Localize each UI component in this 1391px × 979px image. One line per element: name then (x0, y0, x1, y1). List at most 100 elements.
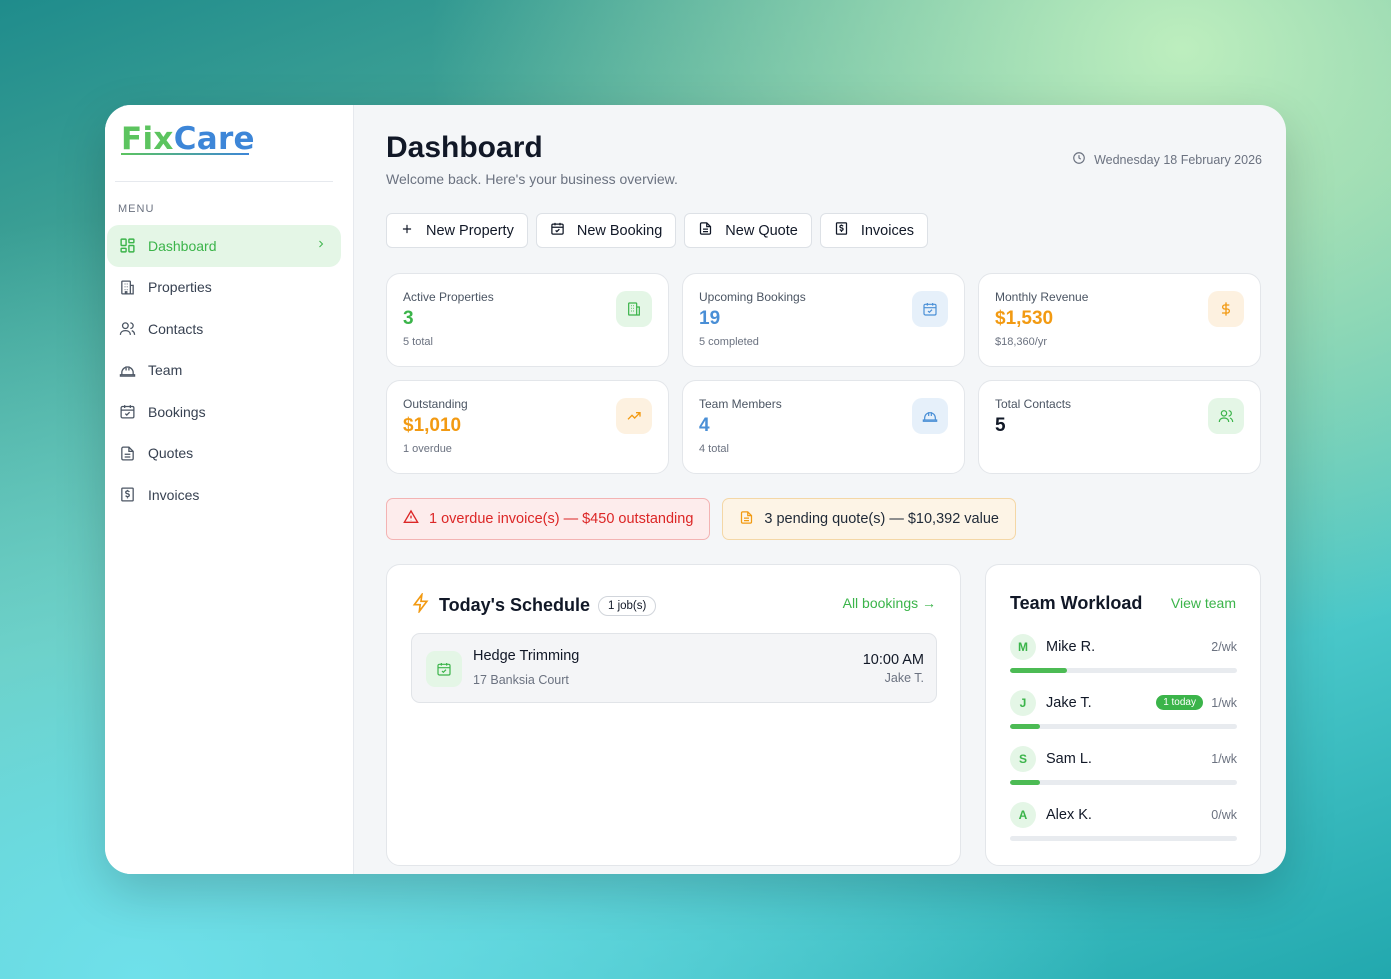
sidebar-item-dashboard[interactable]: Dashboard (107, 225, 341, 267)
member-rate: 1/wk (1211, 696, 1237, 710)
new-quote-button[interactable]: New Quote (684, 213, 812, 248)
todays-schedule-card: Today's Schedule 1 job(s) All bookings →… (386, 564, 961, 866)
hard-hat-icon (912, 398, 948, 434)
pending-alert-text: 3 pending quote(s) — $10,392 value (764, 511, 999, 527)
stat-label: Upcoming Bookings (699, 290, 806, 304)
stat-value: $1,010 (403, 415, 462, 436)
view-team-link[interactable]: View team (1171, 595, 1236, 611)
workload-member-row[interactable]: S Sam L. 1/wk (1010, 746, 1237, 802)
stat-value: $1,530 (995, 308, 1054, 329)
stat-card-active-properties[interactable]: Active Properties 3 5 total (386, 273, 669, 367)
stat-label: Monthly Revenue (995, 290, 1089, 304)
workload-bar-fill (1010, 724, 1040, 729)
chevron-right-icon (315, 237, 327, 253)
stat-sub: $18,360/yr (995, 336, 1047, 348)
date-text: Wednesday 18 February 2026 (1094, 152, 1262, 167)
job-time: 10:00 AM (862, 652, 924, 668)
schedule-title: Today's Schedule (439, 595, 590, 615)
stat-sub: 5 completed (699, 336, 759, 348)
sidebar-item-label: Invoices (148, 486, 200, 503)
lightning-icon (411, 591, 431, 618)
stat-label: Outstanding (403, 397, 468, 411)
avatar: A (1010, 802, 1036, 828)
stat-sub: 5 total (403, 336, 433, 348)
workload-member-row[interactable]: J Jake T. 1 today 1/wk (1010, 690, 1237, 746)
job-count-badge: 1 job(s) (598, 595, 657, 616)
today-badge: 1 today (1156, 695, 1203, 710)
sidebar-item-contacts[interactable]: Contacts (107, 308, 341, 350)
member-name: Sam L. (1046, 751, 1092, 767)
sidebar-item-team[interactable]: Team (107, 350, 341, 392)
avatar: J (1010, 690, 1036, 716)
alert-triangle-icon (403, 509, 419, 529)
stat-card-upcoming-bookings[interactable]: Upcoming Bookings 19 5 completed (682, 273, 965, 367)
sidebar-item-label: Contacts (148, 320, 204, 337)
file-text-icon (119, 445, 136, 462)
stat-card-team-members[interactable]: Team Members 4 4 total (682, 380, 965, 474)
page-subtitle: Welcome back. Here's your business overv… (386, 171, 678, 187)
member-name: Alex K. (1046, 807, 1092, 823)
job-assignee: Jake T. (884, 671, 924, 685)
sidebar-nav: Dashboard Properties Contacts Team Booki… (107, 225, 341, 516)
hard-hat-icon (119, 362, 136, 379)
trending-up-icon (616, 398, 652, 434)
app-window: FixCare MENU Dashboard Properties Contac… (105, 105, 1286, 874)
dollar-icon (1208, 291, 1244, 327)
new-property-button[interactable]: New Property (386, 213, 528, 248)
overdue-invoice-alert[interactable]: 1 overdue invoice(s) — $450 outstanding (386, 498, 711, 540)
logo-fix-text: Fix (121, 121, 174, 157)
all-bookings-link[interactable]: All bookings → (843, 595, 936, 611)
member-rate: 0/wk (1211, 808, 1237, 822)
building-icon (119, 279, 136, 296)
stat-value: 4 (699, 415, 710, 436)
job-address: 17 Banksia Court (473, 673, 569, 687)
sidebar-item-quotes[interactable]: Quotes (107, 433, 341, 475)
stat-label: Team Members (699, 397, 782, 411)
stat-card-total-contacts[interactable]: Total Contacts 5 (978, 380, 1261, 474)
workload-bar-fill (1010, 668, 1067, 673)
page-title: Dashboard (386, 131, 543, 164)
team-workload-card: Team Workload View team M Mike R. 2/wk J… (985, 564, 1261, 866)
workload-member-row[interactable]: A Alex K. 0/wk (1010, 802, 1237, 858)
sidebar-divider (115, 181, 333, 182)
pending-quotes-alert[interactable]: 3 pending quote(s) — $10,392 value (722, 498, 1016, 540)
new-quote-label: New Quote (725, 222, 798, 239)
stat-card-monthly-revenue[interactable]: Monthly Revenue $1,530 $18,360/yr (978, 273, 1261, 367)
workload-title: Team Workload (1010, 593, 1143, 613)
stat-label: Active Properties (403, 290, 494, 304)
sidebar-item-label: Properties (148, 279, 212, 296)
schedule-job-item[interactable]: Hedge Trimming 17 Banksia Court 10:00 AM… (411, 633, 937, 703)
new-booking-label: New Booking (576, 222, 663, 239)
calendar-check-icon (119, 403, 136, 420)
users-icon (1208, 398, 1244, 434)
fixcare-logo[interactable]: FixCare (121, 121, 255, 157)
sidebar-item-invoices[interactable]: Invoices (107, 474, 341, 516)
current-date: Wednesday 18 February 2026 (1072, 151, 1262, 168)
job-name: Hedge Trimming (473, 648, 580, 664)
file-text-icon (698, 221, 713, 240)
schedule-header: Today's Schedule 1 job(s) (411, 591, 657, 618)
new-booking-button[interactable]: New Booking (535, 213, 677, 248)
menu-label: MENU (118, 203, 155, 215)
sidebar-item-properties[interactable]: Properties (107, 267, 341, 309)
sidebar-item-label: Quotes (148, 445, 194, 462)
overdue-alert-text: 1 overdue invoice(s) — $450 outstanding (429, 511, 694, 527)
member-rate: 1/wk (1211, 752, 1237, 766)
building-icon (616, 291, 652, 327)
invoices-button[interactable]: Invoices (819, 213, 929, 248)
sidebar-item-label: Bookings (148, 403, 206, 420)
workload-member-row[interactable]: M Mike R. 2/wk (1010, 634, 1237, 690)
stats-grid: Active Properties 3 5 total Upcoming Boo… (386, 273, 1261, 474)
plus-icon (400, 222, 414, 240)
sidebar-item-bookings[interactable]: Bookings (107, 391, 341, 433)
sidebar-item-label: Team (148, 362, 183, 379)
stat-card-outstanding[interactable]: Outstanding $1,010 1 overdue (386, 380, 669, 474)
logo-care-text: Care (173, 121, 255, 157)
member-name: Jake T. (1046, 695, 1092, 711)
calendar-check-icon (426, 651, 462, 687)
stat-label: Total Contacts (995, 397, 1072, 411)
member-rate: 2/wk (1211, 640, 1237, 654)
workload-bar-fill (1010, 780, 1040, 785)
workload-bar (1010, 724, 1237, 729)
layout-grid-icon (119, 237, 136, 254)
